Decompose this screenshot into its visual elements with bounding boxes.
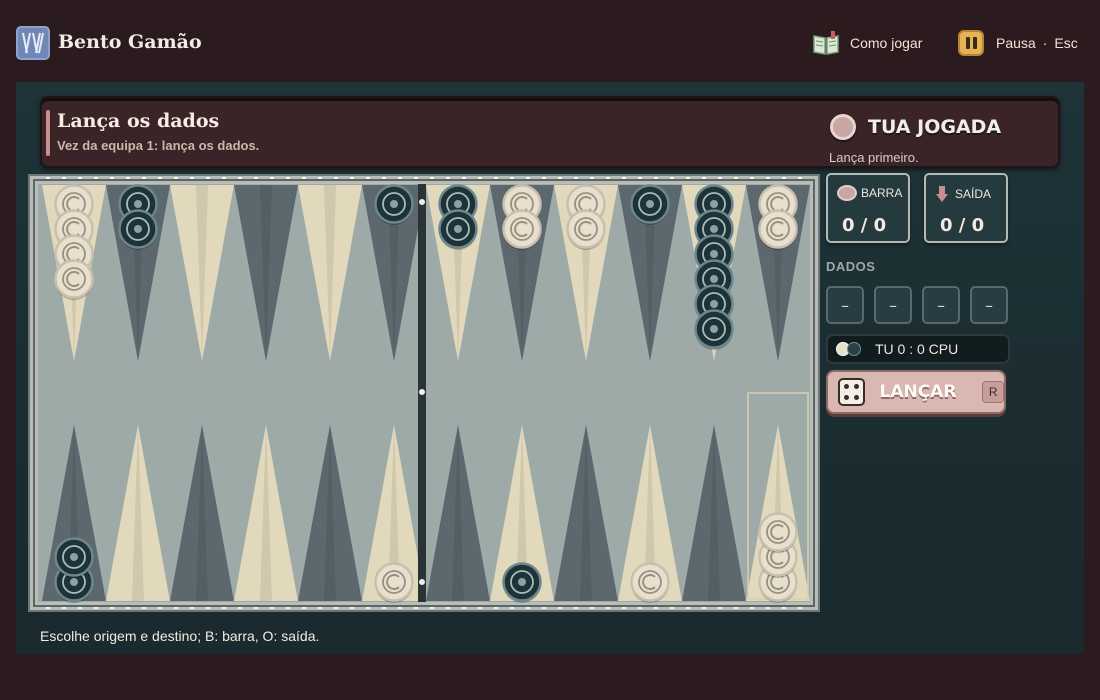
dice-label: DADOS — [826, 259, 876, 274]
bear-off-counter-head: SAÍDA — [935, 185, 991, 203]
bar-counter[interactable]: BARRA 0 / 0 — [826, 173, 910, 243]
backgammon-board[interactable] — [28, 174, 820, 612]
dark-checker-icon — [847, 342, 861, 356]
pause-button[interactable]: Pausa · Esc — [958, 26, 1078, 60]
pause-key-hint: Esc — [1054, 35, 1078, 51]
arrow-down-icon — [936, 186, 948, 202]
light-checker[interactable] — [758, 209, 798, 251]
player-chip-icon — [830, 114, 856, 140]
roll-button-label: LANÇAR — [879, 382, 957, 402]
die-slot: – — [970, 286, 1008, 324]
counters: BARRA 0 / 0 SAÍDA 0 / 0 — [826, 173, 1026, 243]
dark-checker[interactable] — [694, 309, 734, 351]
turn-title: TUA JOGADA — [868, 116, 1002, 138]
dark-checker[interactable] — [374, 184, 414, 226]
bear-off-label: SAÍDA — [955, 187, 992, 201]
dark-checker[interactable] — [118, 209, 158, 251]
dice-row: – – – – — [826, 286, 1026, 324]
pause-label: Pausa — [996, 35, 1036, 51]
pause-icon — [958, 30, 984, 56]
checker-icon — [837, 185, 857, 201]
book-icon — [813, 31, 839, 55]
dark-checker[interactable] — [438, 209, 478, 251]
dark-checker[interactable] — [630, 184, 670, 226]
how-to-play-label: Como jogar — [850, 35, 923, 51]
banner-accent — [46, 110, 50, 156]
score-text: TU 0 : 0 CPU — [875, 341, 959, 357]
die-slot: – — [874, 286, 912, 324]
logo-icon — [21, 31, 45, 55]
light-checker[interactable] — [54, 259, 94, 301]
light-checker[interactable] — [630, 562, 670, 604]
bar-counter-head: BARRA — [837, 185, 902, 201]
how-to-play-button[interactable]: Como jogar — [812, 26, 922, 60]
pause-separator: · — [1042, 35, 1048, 51]
roll-key-hint: R — [982, 381, 1004, 403]
light-checker[interactable] — [566, 209, 606, 251]
dice-icon — [838, 378, 866, 406]
app-title: Bento Gamão — [58, 31, 202, 53]
dark-checker[interactable] — [54, 537, 94, 579]
bear-off-counter[interactable]: SAÍDA 0 / 0 — [924, 173, 1008, 243]
bear-off-value: 0 / 0 — [940, 215, 985, 236]
banner-subtitle: Vez da equipa 1: lança os dados. — [57, 138, 260, 153]
turn-indicator: TUA JOGADA — [826, 112, 1026, 142]
score-bar: TU 0 : 0 CPU — [826, 334, 1010, 364]
die-slot: – — [826, 286, 864, 324]
dark-checker[interactable] — [502, 562, 542, 604]
turn-subtitle: Lança primeiro. — [829, 150, 919, 165]
banner-title: Lança os dados — [57, 110, 220, 132]
die-slot: – — [922, 286, 960, 324]
roll-dice-button[interactable]: LANÇAR R — [826, 370, 1006, 414]
side-panel: TUA JOGADA Lança primeiro. BARRA 0 / 0 S… — [826, 112, 1026, 414]
light-checker[interactable] — [374, 562, 414, 604]
light-checker[interactable] — [502, 209, 542, 251]
light-checker[interactable] — [758, 512, 798, 554]
app-logo — [16, 26, 50, 60]
bar-label: BARRA — [861, 186, 903, 200]
bar-value: 0 / 0 — [842, 215, 887, 236]
board-canvas[interactable] — [30, 176, 818, 610]
instruction-text: Escolhe origem e destino; B: barra, O: s… — [40, 628, 320, 644]
